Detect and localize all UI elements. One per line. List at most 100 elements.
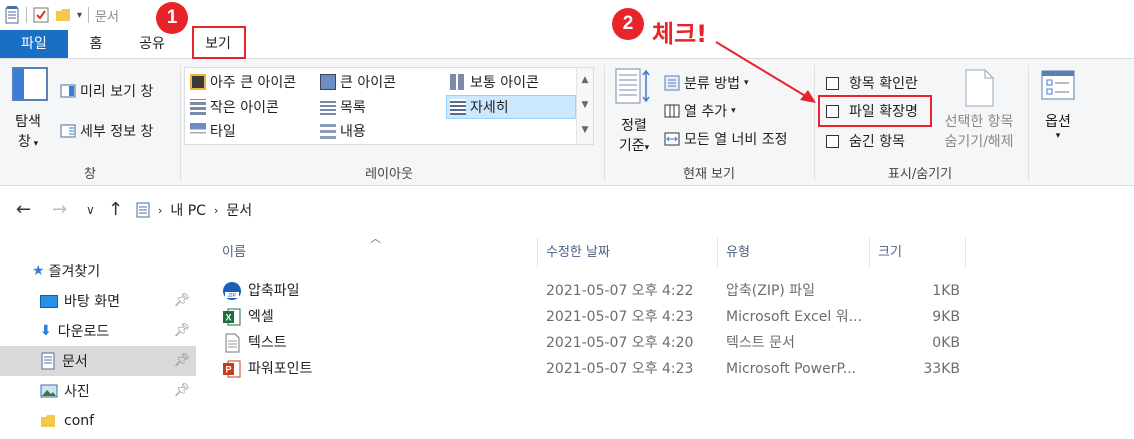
scroll-up-icon[interactable]: ▲ [577, 68, 593, 93]
nav-item-documents[interactable]: 문서 📌︎ [0, 346, 196, 376]
group-by-button[interactable]: 분류 방법 ▾ [664, 73, 749, 93]
hide-selected-label-2: 숨기기/해제 [944, 134, 1014, 150]
layout-details[interactable]: 자세히 [450, 97, 509, 117]
sort-by-label-2: 기준 [618, 138, 645, 154]
column-header-type[interactable]: 유형 [718, 238, 870, 268]
gallery-expand-icon[interactable]: ▼ [577, 118, 593, 143]
fit-columns-button[interactable]: 모든 열 너비 조정 [664, 129, 788, 149]
chevron-down-icon: ▾ [731, 106, 736, 116]
svg-text:P: P [225, 365, 231, 375]
hidden-items-toggle[interactable]: 숨긴 항목 [826, 131, 905, 151]
table-row[interactable]: ZIP 압축파일 2021-05-07 오후 4:22 압축(ZIP) 파일 1… [216, 278, 1134, 304]
extra-large-icons-icon [190, 74, 206, 90]
breadcrumb[interactable]: › 내 PC › 문서 [136, 198, 252, 222]
add-columns-button[interactable]: 열 추가 ▾ [664, 101, 736, 121]
file-size: 0KB [932, 335, 960, 351]
nav-pane-icon [12, 67, 48, 101]
properties-check-icon[interactable] [33, 6, 49, 24]
file-date: 2021-05-07 오후 4:20 [546, 335, 694, 351]
breadcrumb-this-pc[interactable]: 내 PC [170, 200, 206, 220]
powerpoint-icon: P [223, 360, 241, 378]
layout-small-icons[interactable]: 작은 아이콘 [190, 97, 279, 117]
file-type: Microsoft Excel 워... [726, 309, 862, 325]
hide-selected-label: 선택한 항목 [944, 114, 1014, 130]
table-row[interactable]: P 파워포인트 2021-05-07 오후 4:23 Microsoft Pow… [216, 356, 1134, 382]
ribbon-tabs: 파일 홈 공유 보기 [0, 30, 1134, 58]
file-type: Microsoft PowerP... [726, 361, 857, 377]
preview-pane-icon [60, 84, 76, 98]
group-label-pane: 창 [84, 167, 96, 182]
item-checkboxes-toggle[interactable]: 항목 확인란 [826, 73, 918, 93]
preview-pane-label: 미리 보기 창 [80, 84, 154, 100]
layout-large-icons[interactable]: 큰 아이콘 [320, 72, 396, 92]
recent-locations-chevron-icon[interactable]: ∨ [86, 186, 95, 234]
forward-arrow-icon[interactable]: → [52, 186, 67, 234]
table-row[interactable]: X 엑셀 2021-05-07 오후 4:23 Microsoft Excel … [216, 304, 1134, 330]
details-pane-button[interactable]: 세부 정보 창 [60, 121, 153, 141]
pin-icon[interactable]: 📌︎ [173, 383, 190, 398]
file-name: 파워포인트 [248, 361, 313, 377]
chevron-down-icon: ▾ [743, 78, 749, 88]
table-row[interactable]: 텍스트 2021-05-07 오후 4:20 텍스트 문서 0KB [216, 330, 1134, 356]
pin-icon[interactable]: 📌︎ [173, 353, 190, 368]
layout-content[interactable]: 내용 [320, 121, 366, 141]
file-name: 압축파일 [248, 283, 300, 299]
tab-file[interactable]: 파일 [0, 30, 68, 58]
large-icons-icon [320, 74, 336, 90]
details-icon [450, 99, 466, 115]
layout-extra-large-icons[interactable]: 아주 큰 아이콘 [190, 72, 296, 92]
file-date: 2021-05-07 오후 4:23 [546, 309, 694, 325]
folder-icon [41, 415, 55, 427]
column-header-size[interactable]: 크기 [870, 238, 966, 268]
tab-home[interactable]: 홈 [76, 30, 116, 58]
group-separator [1028, 65, 1029, 181]
zip-icon: ZIP [223, 282, 241, 300]
file-type: 압축(ZIP) 파일 [726, 283, 816, 299]
sort-by-button[interactable]: 정렬 기준▾ [612, 67, 656, 159]
hidden-items-checkbox[interactable] [826, 134, 839, 148]
chevron-down-icon: ▾ [30, 139, 39, 149]
breadcrumb-separator-icon[interactable]: › [214, 204, 218, 217]
layout-medium-icons[interactable]: 보통 아이콘 [450, 72, 539, 92]
back-arrow-icon[interactable]: ← [16, 186, 31, 234]
group-by-icon [664, 75, 680, 91]
group-separator [180, 65, 181, 181]
quick-access-dropdown-icon[interactable]: ▾ [77, 10, 82, 21]
folder-icon[interactable] [55, 6, 71, 24]
layout-scroll[interactable]: ▲ ▼ ▼ [576, 68, 593, 144]
download-icon: ⬇ [40, 323, 52, 339]
breadcrumb-documents[interactable]: 문서 [226, 200, 252, 220]
scroll-down-icon[interactable]: ▼ [577, 93, 593, 118]
file-list: ︿ 이름 수정한 날짜 유형 크기 ZIP 압축파일 2021-05-07 오후… [196, 232, 1134, 439]
file-name: 엑셀 [248, 309, 274, 325]
preview-pane-button[interactable]: 미리 보기 창 [60, 81, 153, 101]
fit-columns-label: 모든 열 너비 조정 [684, 132, 788, 148]
layout-list[interactable]: 목록 [320, 97, 366, 117]
group-by-label: 분류 방법 [684, 76, 740, 92]
annotation-highlight-view-tab [192, 26, 246, 59]
svg-text:X: X [225, 313, 231, 323]
tab-share[interactable]: 공유 [130, 30, 174, 58]
column-header-name[interactable]: 이름 [214, 238, 538, 268]
content-icon [320, 123, 336, 139]
breadcrumb-separator-icon[interactable]: › [158, 204, 162, 217]
up-arrow-icon[interactable]: ↑ [108, 186, 123, 234]
add-columns-icon [664, 104, 680, 118]
nav-pane-button[interactable]: 탐색 창 ▾ [8, 67, 48, 157]
nav-item-desktop[interactable]: 바탕 화면 📌︎ [0, 286, 196, 316]
ribbon: 탐색 창 ▾ 미리 보기 창 세부 정보 창 창 아주 큰 아이콘 큰 아이콘 … [0, 58, 1134, 186]
hide-selected-button[interactable]: 선택한 항목 숨기기/해제 [934, 69, 1024, 159]
nav-item-conf[interactable]: conf [0, 406, 196, 436]
nav-item-downloads[interactable]: ⬇ 다운로드 📌︎ [0, 316, 196, 346]
nav-item-pictures[interactable]: 사진 📌︎ [0, 376, 196, 406]
options-label: 옵션 [1045, 114, 1071, 130]
layout-tiles[interactable]: 타일 [190, 121, 236, 141]
pin-icon[interactable]: 📌︎ [173, 293, 190, 308]
notepad-icon[interactable] [4, 6, 20, 24]
sort-by-icon [615, 68, 650, 104]
options-button[interactable]: 옵션 ▾ [1036, 69, 1080, 159]
column-header-date[interactable]: 수정한 날짜 [538, 238, 718, 268]
item-checkboxes-checkbox[interactable] [826, 76, 839, 90]
nav-item-favorites[interactable]: ★ 즐겨찾기 [0, 256, 196, 286]
pin-icon[interactable]: 📌︎ [173, 323, 190, 338]
